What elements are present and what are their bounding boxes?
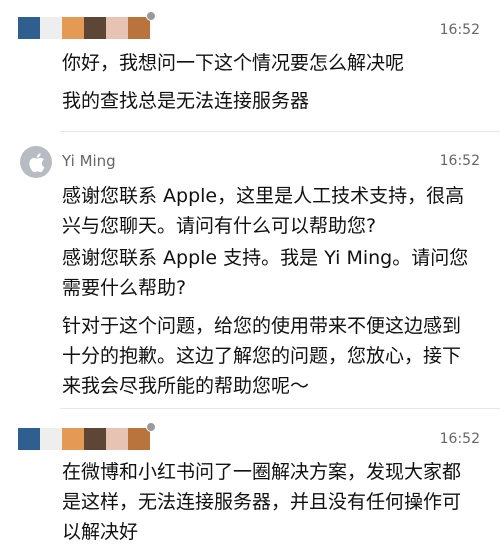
message-group-user-1: 16:52 你好，我想问一下这个情况要怎么解决呢 我的查找总是无法连接服务器 bbox=[0, 0, 500, 131]
message-timestamp: 16:52 bbox=[439, 431, 480, 447]
message-timestamp: 16:52 bbox=[439, 22, 480, 38]
status-badge bbox=[146, 422, 156, 432]
user-avatar-redacted[interactable] bbox=[18, 428, 150, 450]
message-timestamp: 16:52 bbox=[439, 153, 480, 169]
apple-logo-icon[interactable] bbox=[20, 146, 52, 178]
sender-name: Yi Ming bbox=[62, 152, 116, 170]
message-text[interactable]: 我的查找总是无法连接服务器 bbox=[62, 86, 478, 116]
message-text[interactable]: 针对于这个问题，给您的使用带来不便这边感到十分的抱歉。这边了解您的问题，您放心，… bbox=[62, 311, 478, 401]
message-text[interactable]: 感谢您联系 Apple 支持。我是 Yi Ming。请问您需要什么帮助? bbox=[62, 243, 478, 303]
message-text[interactable]: 在微博和小红书问了一圈解决方案，发现大家都是这样，无法连接服务器，并且没有任何操… bbox=[62, 457, 478, 547]
message-text[interactable]: 你好，我想问一下这个情况要怎么解决呢 bbox=[62, 48, 478, 78]
status-badge bbox=[146, 11, 156, 21]
apple-logo-icon bbox=[29, 152, 45, 172]
user-avatar-redacted[interactable] bbox=[18, 17, 150, 39]
message-text[interactable]: 感谢您联系 Apple，这里是人工技术支持，很高兴与您聊天。请问有什么可以帮助您… bbox=[62, 181, 478, 241]
